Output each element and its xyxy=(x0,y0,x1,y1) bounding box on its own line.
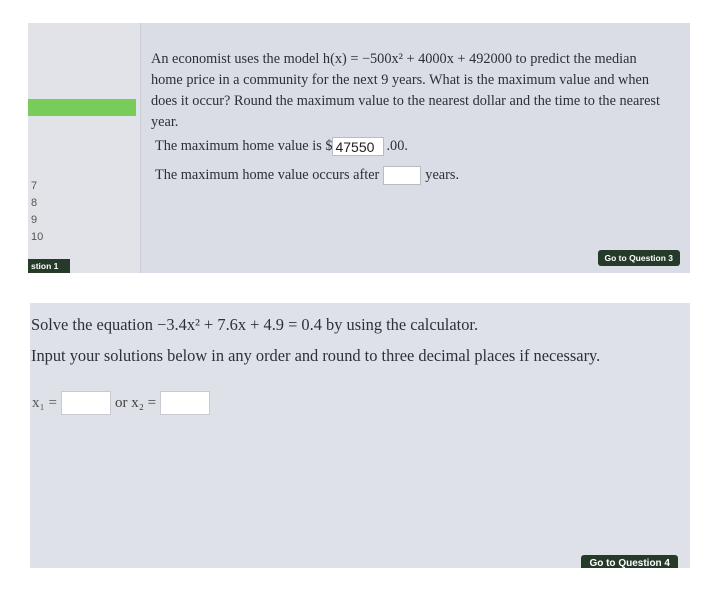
max-value-input[interactable]: 47550 xyxy=(332,137,385,156)
prompt-line-4: year. xyxy=(151,114,179,130)
x2-input[interactable] xyxy=(160,391,211,415)
x1-input[interactable] xyxy=(60,391,111,415)
prompt-line-2: home price in a community for the next 9… xyxy=(151,72,650,88)
question-3-panel: Solve the equation −3.4x² + 7.6x + 4.9 =… xyxy=(30,303,690,568)
equation-prompt: Solve the equation −3.4x² + 7.6x + 4.9 =… xyxy=(31,315,479,334)
go-to-question-4-button[interactable]: Go to Question 4 xyxy=(581,555,678,568)
prompt-line-3: does it occur? Round the maximum value t… xyxy=(151,93,660,109)
max-value-row: The maximum home value is $ 47550 .00. xyxy=(155,137,408,156)
question-2-prompt: An economist uses the model h(x) = −500x… xyxy=(151,49,686,133)
max-value-label: The maximum home value is $ xyxy=(155,138,333,154)
occurs-after-label: The maximum home value occurs after xyxy=(155,167,380,183)
question-tab[interactable]: stion 1 xyxy=(28,259,70,273)
progress-bar xyxy=(28,99,136,116)
occurs-after-row: The maximum home value occurs after year… xyxy=(155,166,459,185)
solution-row: x₁ = or x₂ = xyxy=(32,391,214,415)
question-nav-sidebar: 7 8 9 10 xyxy=(28,23,141,273)
rounding-instructions: Input your solutions below in any order … xyxy=(31,346,601,365)
x2-label: or x₂ = xyxy=(114,394,157,411)
question-2-panel: 7 8 9 10 An economist uses the model h(x… xyxy=(28,23,690,273)
x1-label: x₁ = xyxy=(32,394,57,411)
max-value-suffix: .00. xyxy=(386,138,408,154)
question-number-7[interactable]: 7 xyxy=(31,180,37,192)
question-number-10[interactable]: 10 xyxy=(31,231,43,243)
question-number-9[interactable]: 9 xyxy=(31,214,37,226)
question-number-8[interactable]: 8 xyxy=(31,197,37,209)
go-to-question-3-button[interactable]: Go to Question 3 xyxy=(597,250,680,266)
prompt-line-1: An economist uses the model h(x) = −500x… xyxy=(151,51,637,67)
years-input[interactable] xyxy=(383,166,422,185)
years-suffix: years. xyxy=(425,167,460,183)
